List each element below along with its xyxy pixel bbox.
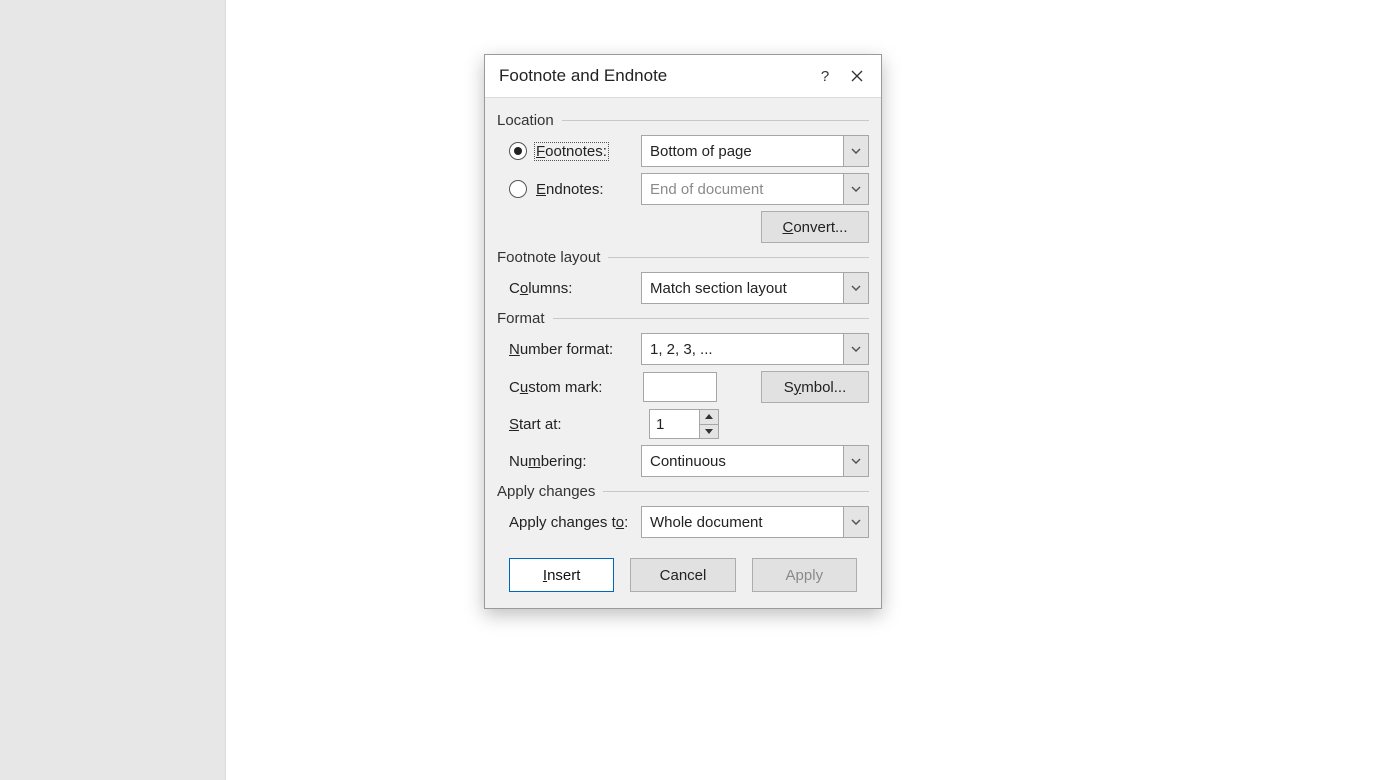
columns-combo[interactable]: Match section layout xyxy=(641,272,869,304)
help-icon: ? xyxy=(821,68,829,85)
dropdown-button[interactable] xyxy=(843,273,868,303)
apply-changes-to-label: Apply changes to: xyxy=(509,514,628,531)
dialog-title: Footnote and Endnote xyxy=(499,66,809,86)
number-format-value: 1, 2, 3, ... xyxy=(642,334,843,364)
insert-button[interactable]: Insert xyxy=(509,558,614,592)
group-location-label: Location xyxy=(497,112,554,129)
number-format-combo[interactable]: 1, 2, 3, ... xyxy=(641,333,869,365)
dropdown-button xyxy=(843,174,868,204)
dropdown-button[interactable] xyxy=(843,446,868,476)
close-icon xyxy=(850,69,864,83)
group-format-label: Format xyxy=(497,310,545,327)
triangle-up-icon xyxy=(705,414,713,419)
page-margin-strip xyxy=(0,0,226,780)
group-apply-changes-label: Apply changes xyxy=(497,483,595,500)
apply-changes-to-value: Whole document xyxy=(642,507,843,537)
group-location: Location xyxy=(497,112,869,129)
help-button[interactable]: ? xyxy=(809,60,841,92)
divider xyxy=(608,257,869,258)
numbering-label: Numbering: xyxy=(509,453,587,470)
chevron-down-icon xyxy=(851,346,861,352)
divider xyxy=(603,491,869,492)
apply-button: Apply xyxy=(752,558,857,592)
custom-mark-input[interactable] xyxy=(643,372,717,402)
symbol-button[interactable]: Symbol... xyxy=(761,371,869,403)
footnotes-radio-label[interactable]: Footnotes: xyxy=(534,142,609,161)
group-format: Format xyxy=(497,310,869,327)
chevron-down-icon xyxy=(851,519,861,525)
footnotes-location-value: Bottom of page xyxy=(642,136,843,166)
footnotes-location-combo[interactable]: Bottom of page xyxy=(641,135,869,167)
triangle-down-icon xyxy=(705,429,713,434)
group-apply-changes: Apply changes xyxy=(497,483,869,500)
chevron-down-icon xyxy=(851,186,861,192)
cancel-button[interactable]: Cancel xyxy=(630,558,735,592)
chevron-down-icon xyxy=(851,148,861,154)
endnotes-radio-label[interactable]: Endnotes: xyxy=(534,180,606,199)
numbering-value: Continuous xyxy=(642,446,843,476)
dropdown-button[interactable] xyxy=(843,507,868,537)
dialog-title-bar: Footnote and Endnote ? xyxy=(485,55,881,98)
start-at-spinner[interactable]: 1 xyxy=(649,409,719,439)
divider xyxy=(553,318,869,319)
divider xyxy=(562,120,869,121)
columns-label: Columns: xyxy=(509,280,572,297)
convert-button[interactable]: Convert... xyxy=(761,211,869,243)
endnotes-radio[interactable] xyxy=(509,180,527,198)
footnotes-radio[interactable] xyxy=(509,142,527,160)
group-footnote-layout: Footnote layout xyxy=(497,249,869,266)
custom-mark-label: Custom mark: xyxy=(509,379,602,396)
spin-up-button[interactable] xyxy=(700,410,718,425)
close-button[interactable] xyxy=(841,60,873,92)
numbering-combo[interactable]: Continuous xyxy=(641,445,869,477)
dialog-footer: Insert Cancel Apply xyxy=(497,544,869,596)
dropdown-button[interactable] xyxy=(843,334,868,364)
endnotes-location-value: End of document xyxy=(642,174,843,204)
chevron-down-icon xyxy=(851,458,861,464)
group-footnote-layout-label: Footnote layout xyxy=(497,249,600,266)
dropdown-button[interactable] xyxy=(843,136,868,166)
footnote-endnote-dialog: Footnote and Endnote ? Location Footnote… xyxy=(484,54,882,609)
apply-changes-to-combo[interactable]: Whole document xyxy=(641,506,869,538)
columns-value: Match section layout xyxy=(642,273,843,303)
number-format-label: Number format: xyxy=(509,341,613,358)
spin-down-button[interactable] xyxy=(700,425,718,439)
chevron-down-icon xyxy=(851,285,861,291)
start-at-value[interactable]: 1 xyxy=(650,410,699,438)
endnotes-location-combo: End of document xyxy=(641,173,869,205)
start-at-label: Start at: xyxy=(509,416,562,433)
